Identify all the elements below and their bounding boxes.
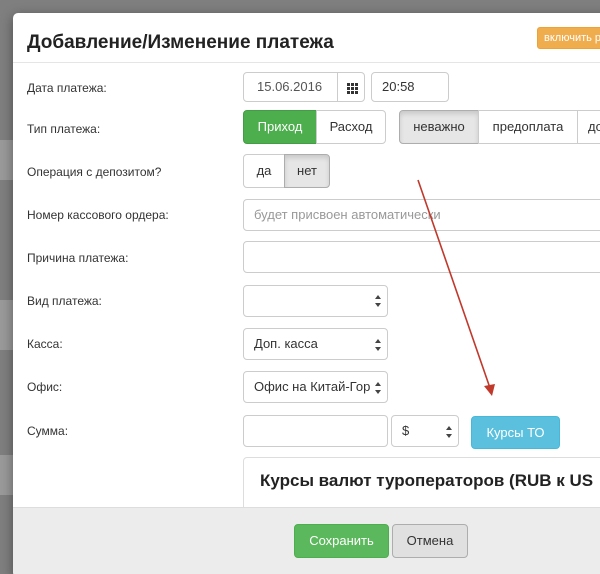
- deposit-operation-label: Операция с депозитом?: [27, 165, 162, 179]
- select-arrows-icon: [375, 295, 381, 307]
- office-label: Офис:: [27, 380, 63, 394]
- deposit-no-button[interactable]: нет: [284, 154, 330, 188]
- payment-modal: Добавление/Изменение платежа включить р …: [13, 13, 600, 574]
- payment-kind-select[interactable]: [243, 285, 388, 317]
- deposit-yes-button[interactable]: да: [243, 154, 285, 188]
- office-value: Офис на Китай-Гор: [254, 379, 371, 394]
- payment-time-input[interactable]: 20:58: [371, 72, 449, 102]
- payment-type-label: Тип платежа:: [27, 122, 101, 136]
- payment-date-label: Дата платежа:: [27, 81, 107, 95]
- currency-value: $: [402, 423, 410, 438]
- calendar-icon[interactable]: [337, 73, 364, 101]
- modal-header: Добавление/Изменение платежа включить р: [13, 13, 600, 63]
- cash-order-input[interactable]: будет присвоен автоматически: [243, 199, 600, 231]
- save-button[interactable]: Сохранить: [294, 524, 389, 558]
- payment-date-input[interactable]: 15.06.2016: [257, 73, 322, 101]
- cash-desk-select[interactable]: Доп. касса: [243, 328, 388, 360]
- rates-button[interactable]: Курсы ТО: [471, 416, 560, 449]
- background-row: [0, 455, 14, 495]
- payment-reason-input[interactable]: [243, 241, 600, 273]
- currency-select[interactable]: $: [391, 415, 459, 447]
- select-arrows-icon: [375, 339, 381, 351]
- cancel-button[interactable]: Отмена: [392, 524, 468, 558]
- payment-type-expense-button[interactable]: Расход: [316, 110, 386, 144]
- prepayment-button[interactable]: предоплата: [478, 110, 578, 144]
- cash-order-label: Номер кассового ордера:: [27, 208, 169, 222]
- amount-input[interactable]: [243, 415, 388, 447]
- payment-date-group: 15.06.2016: [243, 72, 365, 102]
- payment-reason-label: Причина платежа:: [27, 251, 129, 265]
- amount-label: Сумма:: [27, 424, 69, 438]
- office-select[interactable]: Офис на Китай-Гор: [243, 371, 388, 403]
- select-arrows-icon: [375, 382, 381, 394]
- select-arrows-icon: [446, 426, 452, 438]
- rates-panel-title: Курсы валют туроператоров (RUB к US: [260, 471, 594, 490]
- enable-button[interactable]: включить р: [537, 27, 600, 49]
- cash-desk-label: Касса:: [27, 337, 63, 351]
- background-row: [0, 300, 14, 350]
- modal-title: Добавление/Изменение платежа: [27, 32, 334, 53]
- prepayment-any-button[interactable]: неважно: [399, 110, 479, 144]
- payment-kind-label: Вид платежа:: [27, 294, 102, 308]
- prepayment-other-button[interactable]: до: [577, 110, 600, 144]
- payment-type-income-button[interactable]: Приход: [243, 110, 317, 144]
- background-row: [0, 140, 14, 180]
- modal-footer: Сохранить Отмена: [13, 507, 600, 574]
- cash-desk-value: Доп. касса: [254, 336, 318, 351]
